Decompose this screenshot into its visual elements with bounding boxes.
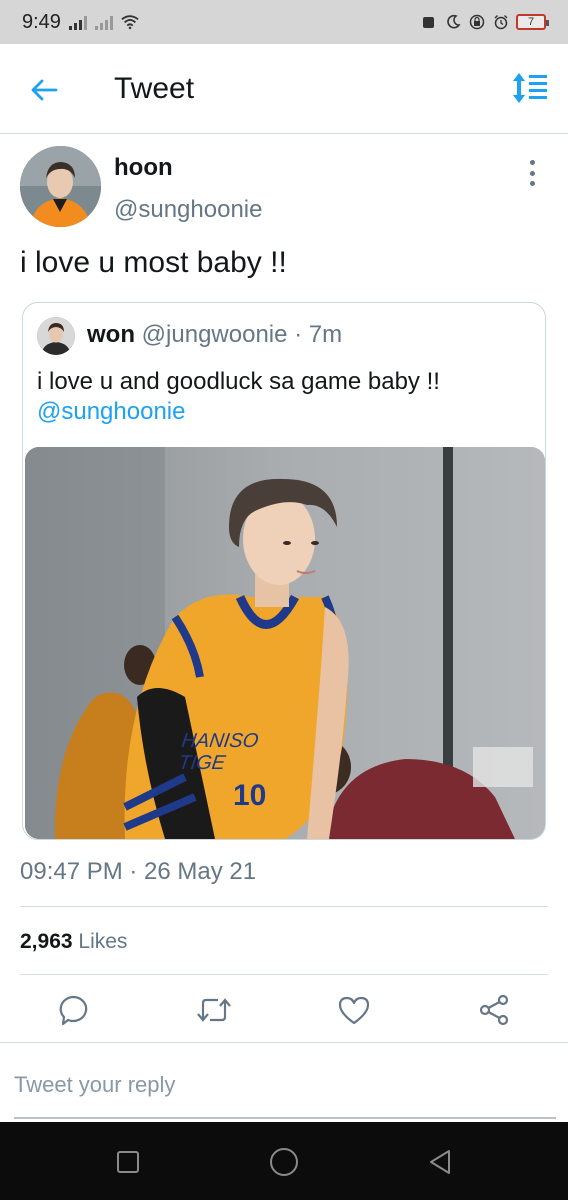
signal-2-icon [94,14,113,30]
battery-icon: 7 [516,14,549,30]
more-vertical-icon [529,160,535,165]
status-left: 9:49 [22,11,139,34]
likes-count: 2,963 [20,930,73,953]
share-button[interactable] [474,990,514,1030]
quoted-mention-link[interactable]: @sunghoonie [37,397,185,427]
retweet-button[interactable] [194,990,234,1030]
status-right: 7 [420,13,549,31]
quoted-author-avatar [37,317,75,355]
sim-icon [420,13,438,31]
share-icon [479,994,509,1026]
quoted-author-handle: @jungwoonie [141,321,288,348]
circle-icon [270,1148,298,1176]
header: Tweet [0,44,568,134]
wifi-icon [121,13,139,31]
lock-icon [468,13,486,31]
svg-text:HANISO: HANISO [180,730,260,752]
reply-icon [59,995,88,1026]
author-handle[interactable]: @sunghoonie [114,196,262,224]
reply-input[interactable] [14,1065,554,1105]
tweet-text: i love u most baby !! [20,246,287,279]
quoted-author-name: won [87,321,135,348]
quoted-age: · 7m [294,321,343,348]
status-time: 9:49 [22,10,61,33]
author-avatar[interactable] [20,146,101,227]
signal-icon [68,14,87,30]
back-nav-button[interactable] [422,1144,458,1180]
back-button[interactable] [28,74,60,106]
battery-level: 7 [527,16,535,28]
heart-icon [338,996,370,1025]
author-name[interactable]: hoon [114,154,173,182]
page-title: Tweet [114,72,195,105]
recent-apps-button[interactable] [110,1144,146,1180]
moon-icon [444,13,462,31]
like-button[interactable] [334,990,374,1030]
reply-bar [0,1042,568,1120]
tweet-actions [0,990,568,1038]
divider [20,906,548,907]
retweet-icon [197,998,231,1022]
home-button[interactable] [266,1144,302,1180]
divider [20,974,548,975]
triangle-back-icon [430,1150,450,1174]
reply-button[interactable] [54,990,94,1030]
more-options-button[interactable] [520,160,544,186]
svg-text:TIGE: TIGE [177,752,227,774]
quoted-header: won @jungwoonie · 7m [87,321,342,349]
likes-label: Likes [78,930,128,953]
sort-icon [513,73,547,103]
likes-stat[interactable]: 2,963 Likes [20,930,127,954]
system-nav-bar [0,1122,568,1200]
arrow-left-icon [31,79,58,101]
square-icon [117,1151,139,1173]
quoted-tweet[interactable]: won @jungwoonie · 7m i love u and goodlu… [22,302,546,840]
quoted-photo[interactable]: HANISO TIGE 10 [25,447,545,839]
quoted-text: i love u and goodluck sa game baby !! [37,368,440,395]
reply-underline [14,1117,556,1119]
alarm-icon [492,13,510,31]
status-bar: 9:49 7 [0,0,568,44]
tweet-timestamp: 09:47 PM · 26 May 21 [20,858,257,885]
svg-text:10: 10 [233,779,266,812]
sort-button[interactable] [510,70,550,106]
